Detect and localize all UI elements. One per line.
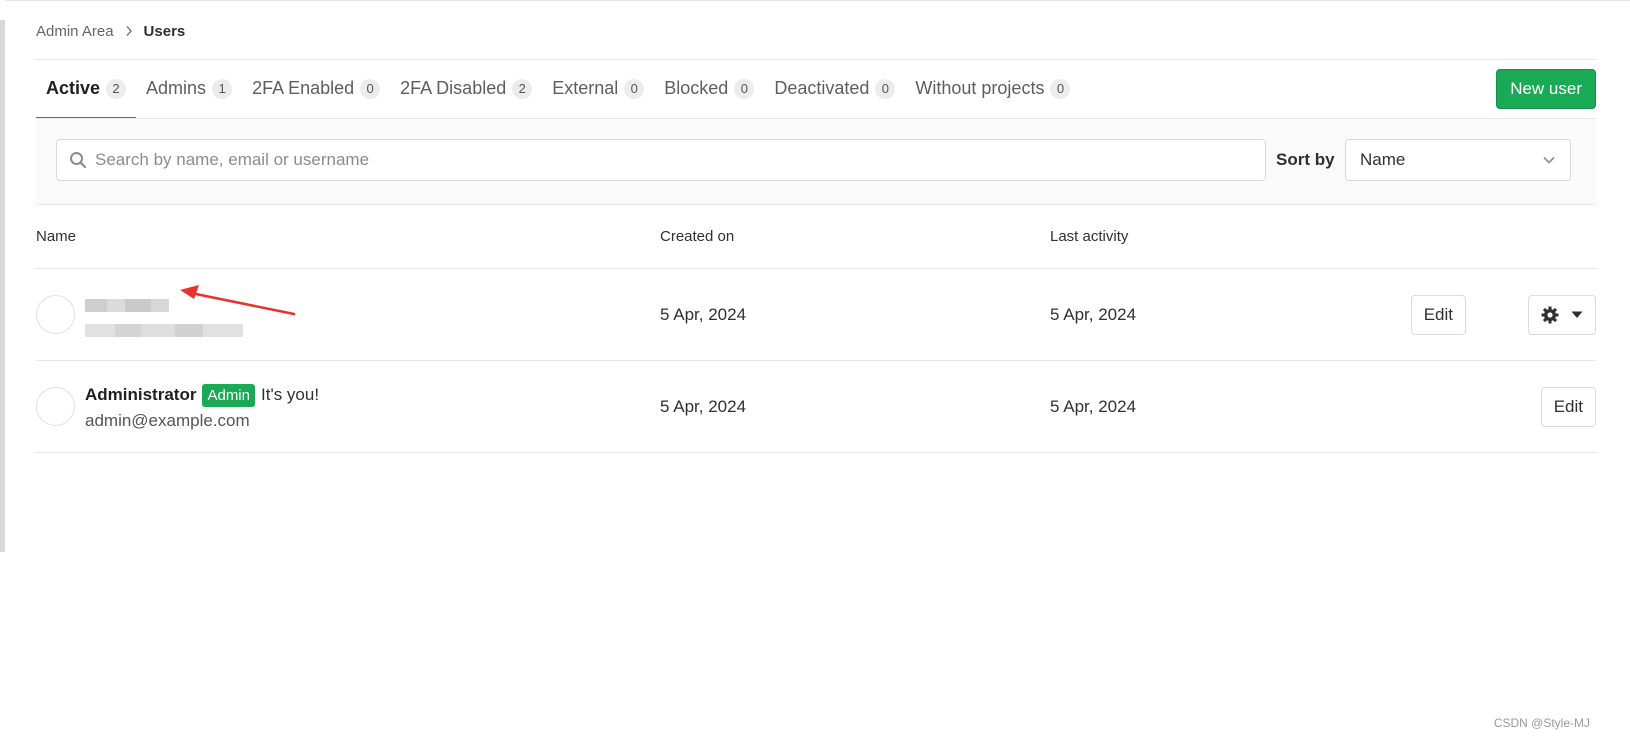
tab-blocked[interactable]: Blocked 0 <box>654 60 764 119</box>
column-header-last-activity: Last activity <box>1050 228 1129 245</box>
watermark: CSDN @Style-MJ <box>1493 716 1590 730</box>
tab-count-badge: 2 <box>106 78 127 99</box>
tab-label: 2FA Enabled <box>252 78 355 98</box>
admin-badge: Admin <box>202 383 255 407</box>
column-header-created-on: Created on <box>660 228 735 245</box>
breadcrumb: Admin Area Users <box>36 20 185 42</box>
tab-count-badge: 0 <box>734 78 755 99</box>
user-info <box>85 291 255 340</box>
gear-icon <box>1541 306 1559 324</box>
filter-bar: Sort by Name <box>36 118 1596 205</box>
users-table-header: Name Created on Last activity <box>36 205 1596 269</box>
tab-label: 2FA Disabled <box>400 78 507 98</box>
its-you-label: It's you! <box>261 385 320 404</box>
tab-count-badge: 0 <box>875 78 896 99</box>
tab-label: Active <box>46 78 101 98</box>
tab-label: External <box>552 78 619 98</box>
tab-count-badge: 1 <box>212 78 233 99</box>
avatar[interactable] <box>36 387 75 426</box>
sort-select[interactable]: Name <box>1345 139 1571 181</box>
left-scrollbar[interactable] <box>0 20 5 552</box>
table-row: 5 Apr, 2024 5 Apr, 2024 Edit <box>36 269 1596 361</box>
column-header-name: Name <box>36 228 77 245</box>
created-on-cell: 5 Apr, 2024 <box>660 397 747 416</box>
tab-count-badge: 0 <box>360 78 381 99</box>
tab-deactivated[interactable]: Deactivated 0 <box>764 60 905 119</box>
tab-external[interactable]: External 0 <box>542 60 654 119</box>
sort-by-label: Sort by <box>1276 150 1335 169</box>
user-filter-tabs: Active 2 Admins 1 2FA Enabled 0 2FA Disa… <box>36 59 1596 119</box>
user-name-link[interactable]: Administrator <box>85 385 196 405</box>
new-user-button[interactable]: New user <box>1496 69 1596 109</box>
user-email: admin@example.com <box>85 411 250 430</box>
last-activity-cell: 5 Apr, 2024 <box>1050 397 1137 416</box>
user-name-line: Administrator Admin It's you! <box>85 383 319 407</box>
chevron-down-icon <box>1543 156 1555 164</box>
search-icon <box>70 152 87 169</box>
search-box[interactable] <box>56 139 1266 181</box>
tab-count-badge: 0 <box>624 78 645 99</box>
avatar[interactable] <box>36 295 75 334</box>
created-on-cell: 5 Apr, 2024 <box>660 305 747 324</box>
sort-selected-value: Name <box>1360 150 1406 169</box>
tab-label: Blocked <box>664 78 729 98</box>
tab-count-badge: 0 <box>1050 78 1071 99</box>
edit-user-button[interactable]: Edit <box>1410 295 1466 335</box>
tab-label: Deactivated <box>774 78 870 98</box>
redacted-username[interactable] <box>85 295 175 315</box>
tab-label: Admins <box>146 78 207 98</box>
tab-list: Active 2 Admins 1 2FA Enabled 0 2FA Disa… <box>36 60 1080 119</box>
user-info: Administrator Admin It's you! admin@exam… <box>85 383 319 431</box>
chevron-right-icon <box>125 25 133 37</box>
breadcrumb-users: Users <box>143 22 186 40</box>
search-input[interactable] <box>95 140 1265 180</box>
tab-2fa-disabled[interactable]: 2FA Disabled 2 <box>390 60 542 119</box>
tab-admins[interactable]: Admins 1 <box>136 60 242 119</box>
top-divider <box>5 0 1630 1</box>
edit-user-button[interactable]: Edit <box>1540 387 1596 427</box>
caret-down-icon <box>1571 311 1583 318</box>
tab-label: Without projects <box>915 78 1045 98</box>
user-settings-dropdown-button[interactable] <box>1528 295 1596 335</box>
tab-without-projects[interactable]: Without projects 0 <box>905 60 1080 119</box>
tab-count-badge: 2 <box>512 78 533 99</box>
tab-2fa-enabled[interactable]: 2FA Enabled 0 <box>242 60 390 119</box>
last-activity-cell: 5 Apr, 2024 <box>1050 305 1137 324</box>
breadcrumb-admin-area[interactable]: Admin Area <box>36 23 114 40</box>
app-root: Admin Area Users Active 2 Admins 1 2FA E… <box>0 0 1630 750</box>
redacted-email <box>85 320 255 340</box>
tab-active[interactable]: Active 2 <box>36 60 137 119</box>
table-row: Administrator Admin It's you! admin@exam… <box>36 361 1596 453</box>
